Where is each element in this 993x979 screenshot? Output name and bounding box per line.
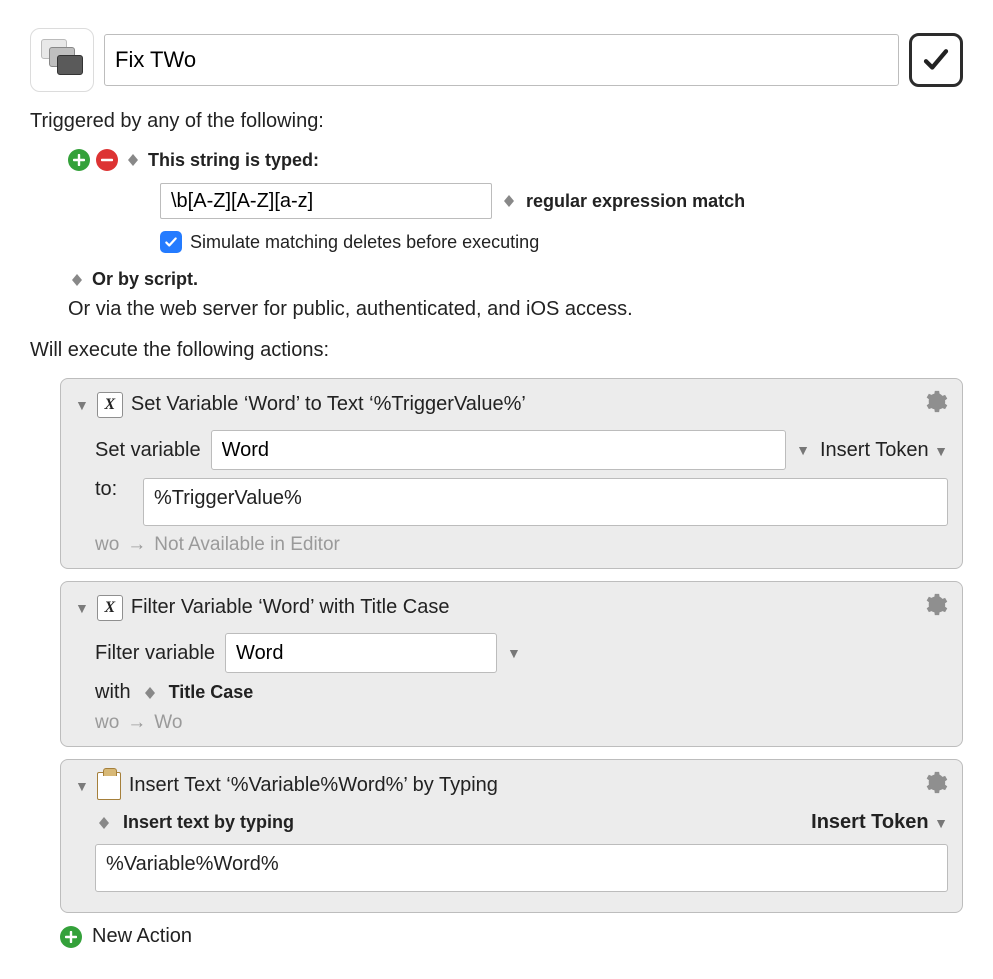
variable-name-input[interactable] [211,430,787,470]
disclosure-triangle[interactable]: ▼ [75,778,89,794]
action-options-button[interactable] [922,389,948,420]
plus-icon [73,154,85,166]
or-by-script-label: Or by script. [92,269,198,290]
filter-variable-input[interactable] [225,633,497,673]
arrow-icon: → [127,534,146,556]
action-card: ▼ X Filter Variable ‘Word’ with Title Ca… [60,581,963,747]
insert-text-textarea[interactable]: %Variable%Word% [95,844,948,892]
to-label: to: [95,478,133,501]
new-action-button[interactable] [60,926,82,948]
simulate-deletes-label: Simulate matching deletes before executi… [190,232,539,253]
disclosure-triangle[interactable]: ▼ [75,397,89,413]
with-label: with [95,681,131,704]
gear-icon [922,389,948,415]
insert-mode-label: Insert text by typing [123,812,294,833]
triggers-title: Triggered by any of the following: [30,110,963,133]
gear-icon [922,770,948,796]
filter-type-label: Title Case [169,682,254,703]
footer-sample-out: Not Available in Editor [154,534,340,556]
or-by-stepper[interactable] [72,274,82,286]
typed-trigger-label: This string is typed: [148,150,319,171]
match-mode-stepper[interactable] [504,195,514,207]
action-title: Set Variable ‘Word’ to Text ‘%TriggerVal… [131,393,526,416]
variable-icon: X [97,595,123,621]
or-via-web-label: Or via the web server for public, authen… [68,298,963,321]
checkmark-icon [919,45,953,75]
filter-variable-dropdown[interactable]: ▼ [507,645,521,661]
plus-icon [65,931,77,943]
disclosure-triangle[interactable]: ▼ [75,600,89,616]
action-options-button[interactable] [922,592,948,623]
action-card: ▼ Insert Text ‘%Variable%Word%’ by Typin… [60,759,963,913]
footer-sample-in: wo [95,712,119,734]
footer-sample-in: wo [95,534,119,556]
minus-icon [101,154,113,166]
macro-name-input[interactable] [104,34,899,86]
footer-sample-out: Wo [154,712,182,734]
filter-type-stepper[interactable] [145,687,155,699]
action-card: ▼ X Set Variable ‘Word’ to Text ‘%Trigge… [60,378,963,569]
to-value-textarea[interactable]: %TriggerValue% [143,478,948,526]
action-title: Filter Variable ‘Word’ with Title Case [131,596,450,619]
match-mode-label: regular expression match [526,191,745,212]
actions-title: Will execute the following actions: [30,339,963,362]
trigger-regex-input[interactable] [160,183,492,219]
gear-icon [922,592,948,618]
windows-stack-icon [41,39,83,81]
variable-dropdown[interactable]: ▼ [796,442,810,458]
set-variable-label: Set variable [95,439,201,462]
enable-toggle[interactable] [909,33,963,87]
filter-variable-label: Filter variable [95,642,215,665]
insert-token-button[interactable]: Insert Token ▼ [820,439,948,462]
new-action-label: New Action [92,925,192,948]
action-options-button[interactable] [922,770,948,801]
action-title: Insert Text ‘%Variable%Word%’ by Typing [129,774,498,797]
arrow-icon: → [127,712,146,734]
remove-trigger-button[interactable] [96,149,118,171]
checkmark-icon [164,235,178,249]
insert-mode-stepper[interactable] [99,817,109,829]
insert-token-button[interactable]: Insert Token ▼ [811,811,948,834]
clipboard-icon [97,772,121,800]
add-trigger-button[interactable] [68,149,90,171]
simulate-deletes-checkbox[interactable] [160,231,182,253]
trigger-type-stepper[interactable] [128,154,138,166]
variable-icon: X [97,392,123,418]
macro-icon[interactable] [30,28,94,92]
